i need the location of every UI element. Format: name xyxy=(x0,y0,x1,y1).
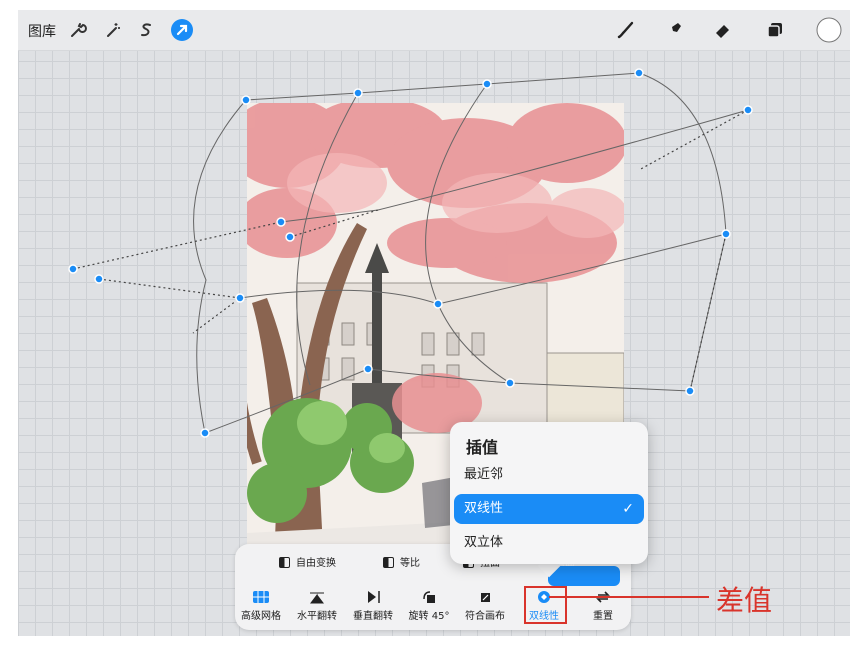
flip-vertical-icon xyxy=(364,590,382,604)
tool-advanced-mesh[interactable]: 高级网格 xyxy=(235,590,287,622)
option-bicubic[interactable]: 双立体 xyxy=(454,528,644,558)
uniform-icon xyxy=(383,557,394,568)
interpolation-popup: 插值 最近邻 双线性 ✓ 双立体 xyxy=(450,422,648,564)
annotation-label: 差值 xyxy=(716,584,773,617)
tool-flip-horizontal[interactable]: 水平翻转 xyxy=(291,590,343,622)
fit-canvas-icon xyxy=(476,590,494,604)
flip-horizontal-icon xyxy=(308,590,326,604)
checkmark-icon: ✓ xyxy=(622,501,634,517)
tool-flip-vertical[interactable]: 垂直翻转 xyxy=(347,590,399,622)
popup-title: 插值 xyxy=(466,438,499,457)
option-nearest-neighbor[interactable]: 最近邻 xyxy=(454,460,644,490)
tool-rotate-45[interactable]: 旋转 45° xyxy=(403,590,455,622)
warp-mesh[interactable] xyxy=(18,10,850,636)
bilinear-highlight-box xyxy=(524,586,567,624)
free-transform-icon xyxy=(279,557,290,568)
rotate-45-icon xyxy=(420,590,438,604)
tool-reset[interactable]: 重置 xyxy=(577,590,629,622)
tool-fit-canvas[interactable]: 符合画布 xyxy=(459,590,511,622)
procreate-app: 图库 自由变换 等比 高级网格 水平翻转 垂直翻转 旋转 45° 符合画布 双线… xyxy=(18,10,850,636)
option-bilinear[interactable]: 双线性 ✓ xyxy=(454,494,644,524)
warp-mode-active-tab[interactable] xyxy=(548,566,620,586)
mode-free-transform[interactable]: 自由变换 xyxy=(279,556,336,572)
mode-uniform[interactable]: 等比 xyxy=(383,556,420,572)
annotation-line xyxy=(549,596,709,598)
advanced-mesh-icon xyxy=(252,590,270,604)
